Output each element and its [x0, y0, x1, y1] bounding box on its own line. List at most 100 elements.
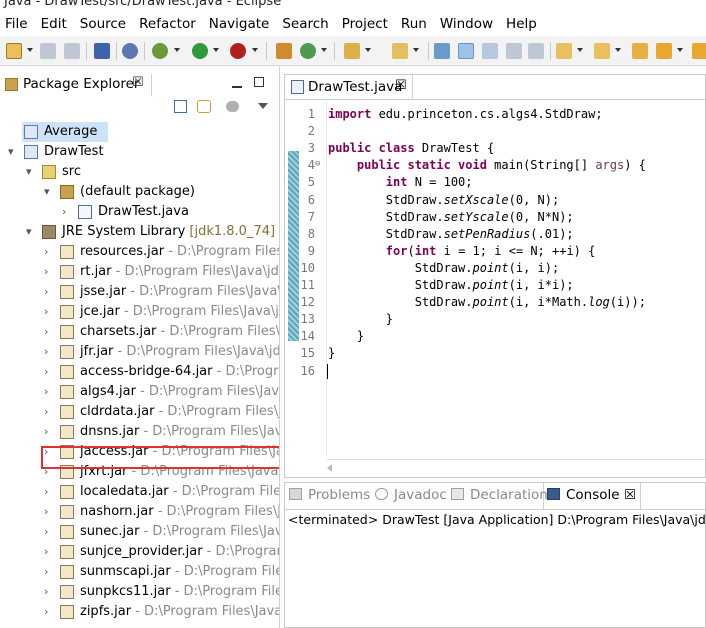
expand-icon[interactable]: › — [44, 365, 48, 378]
last-edit-location-icon[interactable] — [632, 43, 648, 59]
terminal-icon[interactable] — [94, 43, 110, 59]
expand-icon[interactable]: › — [44, 525, 48, 538]
new-icon[interactable] — [6, 43, 22, 59]
debug-icon[interactable] — [152, 43, 168, 59]
tree-item[interactable]: › charsets.jar - D:\Program Files\Jav — [0, 322, 279, 342]
expand-icon[interactable]: › — [44, 545, 48, 558]
expand-icon[interactable]: › — [44, 605, 48, 618]
back-icon[interactable] — [656, 43, 672, 59]
tab-console[interactable]: Console ☒ — [547, 487, 636, 509]
search-dropdown-icon[interactable] — [413, 48, 419, 52]
tree-item[interactable]: › access-bridge-64.jar - D:\Progra — [0, 362, 279, 382]
tab-declaration[interactable]: Declaration — [451, 487, 548, 509]
menu-source[interactable]: Source — [75, 16, 131, 32]
new-dropdown-icon[interactable] — [27, 48, 33, 52]
tree-item[interactable]: › sunpkcs11.jar - D:\Program Files\ — [0, 582, 279, 602]
maximize-icon[interactable] — [254, 77, 264, 87]
menu-project[interactable]: Project — [337, 16, 393, 32]
tree-item[interactable]: › jce.jar - D:\Program Files\Java\jdk — [0, 302, 279, 322]
show-whitespace-icon[interactable] — [528, 43, 544, 59]
word-wrap-icon[interactable] — [506, 43, 522, 59]
new-java-project-icon[interactable] — [276, 43, 292, 59]
tree-item[interactable]: ▾ src — [0, 162, 279, 182]
skip-breakpoints-icon[interactable] — [122, 43, 138, 59]
menu-search[interactable]: Search — [277, 16, 333, 32]
menu-file[interactable]: File — [0, 16, 33, 32]
external-tools-icon[interactable] — [230, 43, 246, 59]
view-menu-icon[interactable] — [258, 103, 268, 109]
package-explorer-tab[interactable]: Package Explorer ☒ — [0, 74, 152, 96]
link-with-editor-icon[interactable] — [197, 100, 211, 113]
toggle-breadcrumb-icon[interactable] — [434, 43, 450, 59]
expand-icon[interactable]: › — [44, 405, 48, 418]
expand-icon[interactable]: › — [44, 285, 48, 298]
expand-icon[interactable]: › — [44, 485, 48, 498]
close-icon[interactable]: ☒ — [132, 75, 144, 90]
forward-icon[interactable] — [692, 43, 706, 59]
expand-icon[interactable]: › — [44, 305, 48, 318]
tree-item[interactable]: › resources.jar - D:\Program Files\J — [0, 242, 279, 262]
menu-run[interactable]: Run — [396, 16, 432, 32]
open-type-dropdown-icon[interactable] — [365, 48, 371, 52]
collapse-all-icon[interactable] — [174, 100, 187, 113]
minimize-icon[interactable] — [232, 86, 242, 88]
next-annotation-icon[interactable] — [556, 43, 572, 59]
expand-icon[interactable]: › — [44, 565, 48, 578]
expand-icon[interactable]: › — [44, 505, 48, 518]
run-icon[interactable] — [192, 43, 208, 59]
menu-refactor[interactable]: Refactor — [134, 16, 201, 32]
tree-item[interactable]: Average — [0, 122, 279, 142]
expand-icon[interactable]: › — [44, 345, 48, 358]
tree-item[interactable]: ▾ DrawTest — [0, 142, 279, 162]
new-class-icon[interactable] — [300, 43, 316, 59]
expand-icon[interactable]: › — [44, 425, 48, 438]
mark-occurrences-icon[interactable] — [458, 43, 474, 59]
tree-item[interactable]: ▾ JRE System Library [jdk1.8.0_74] — [0, 222, 279, 242]
tree-item[interactable]: › algs4.jar - D:\Program Files\Java\ — [0, 382, 279, 402]
tree-item[interactable]: › dnsns.jar - D:\Program Files\Java\ — [0, 422, 279, 442]
tab-javadoc[interactable]: Javadoc — [375, 487, 447, 509]
tree-item[interactable]: › DrawTest.java — [0, 202, 279, 222]
search-icon[interactable] — [392, 43, 408, 59]
tree-item[interactable]: › jsse.jar - D:\Program Files\Java\jd — [0, 282, 279, 302]
horizontal-scrollbar[interactable] — [327, 459, 705, 476]
next-annotation-dropdown-icon[interactable] — [577, 48, 583, 52]
save-all-icon[interactable] — [64, 43, 80, 59]
tree-item[interactable]: › sunec.jar - D:\Program Files\Java\ — [0, 522, 279, 542]
tree-item[interactable]: › sunjce_provider.jar - D:\Program — [0, 542, 279, 562]
expand-icon[interactable]: › — [44, 245, 48, 258]
menu-help[interactable]: Help — [501, 16, 542, 32]
fold-icon[interactable]: ⊖ — [315, 159, 320, 169]
previous-annotation-dropdown-icon[interactable] — [615, 48, 621, 52]
expand-icon[interactable]: › — [44, 585, 48, 598]
expand-icon[interactable]: › — [62, 205, 66, 218]
tree-item[interactable]: ▾ (default package) — [0, 182, 279, 202]
back-dropdown-icon[interactable] — [677, 48, 683, 52]
debug-dropdown-icon[interactable] — [174, 48, 180, 52]
expand-icon[interactable]: › — [44, 325, 48, 338]
external-tools-dropdown-icon[interactable] — [252, 48, 258, 52]
tree-item[interactable]: › rt.jar - D:\Program Files\Java\jdk1 — [0, 262, 279, 282]
block-selection-icon[interactable] — [482, 43, 498, 59]
scroll-left-icon[interactable] — [327, 464, 335, 472]
expand-icon[interactable]: › — [44, 265, 48, 278]
close-icon[interactable]: ☒ — [395, 78, 407, 93]
close-icon[interactable]: ☒ — [620, 487, 636, 503]
menu-navigate[interactable]: Navigate — [204, 16, 275, 32]
previous-annotation-icon[interactable] — [594, 43, 610, 59]
tree-item[interactable]: › localedata.jar - D:\Program Files\ — [0, 482, 279, 502]
tree-item[interactable]: › sunmscapi.jar - D:\Program Files\ — [0, 562, 279, 582]
tree-item[interactable]: › zipfs.jar - D:\Program Files\Java\j — [0, 602, 279, 622]
collapse-icon[interactable]: ▾ — [44, 185, 50, 198]
tree-item[interactable]: › nashorn.jar - D:\Program Files\Ja — [0, 502, 279, 522]
collapse-icon[interactable]: ▾ — [26, 225, 32, 238]
run-dropdown-icon[interactable] — [213, 48, 219, 52]
tree-item[interactable]: › jfr.jar - D:\Program Files\Java\jdk — [0, 342, 279, 362]
menu-edit[interactable]: Edit — [36, 16, 72, 32]
menu-window[interactable]: Window — [435, 16, 498, 32]
tab-problems[interactable]: Problems — [289, 487, 370, 509]
expand-icon[interactable]: › — [44, 385, 48, 398]
open-type-icon[interactable] — [344, 43, 360, 59]
collapse-icon[interactable]: ▾ — [8, 145, 14, 158]
new-class-dropdown-icon[interactable] — [321, 48, 327, 52]
